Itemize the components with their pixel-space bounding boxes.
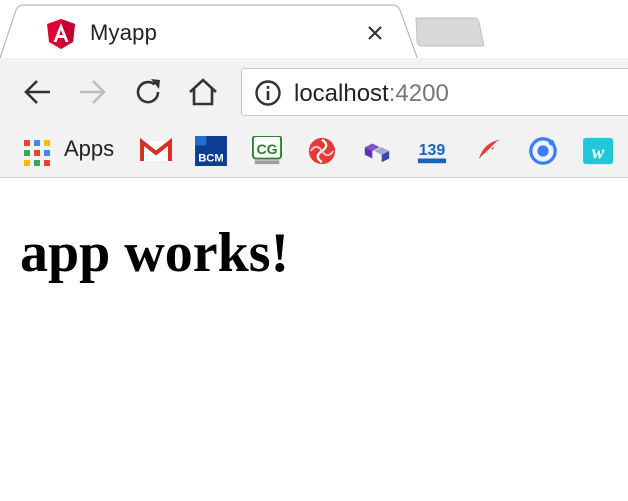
- apps-grid-icon[interactable]: [24, 138, 50, 168]
- svg-text:139: 139: [419, 142, 446, 159]
- angular-icon: [47, 19, 75, 49]
- 139-mail-icon[interactable]: 139: [414, 136, 450, 166]
- new-tab-button[interactable]: [412, 14, 486, 50]
- svg-text:BCM: BCM: [198, 152, 224, 164]
- w-icon[interactable]: w: [582, 136, 616, 166]
- bcm-icon[interactable]: BCM: [194, 136, 228, 166]
- feather-icon[interactable]: [472, 136, 506, 166]
- swirl-icon[interactable]: [305, 136, 339, 166]
- cg-icon[interactable]: CG: [250, 136, 284, 166]
- back-button[interactable]: [22, 76, 54, 108]
- cubes-icon[interactable]: [360, 136, 394, 166]
- browser-toolbar: localhost:4200: [0, 58, 628, 122]
- tab-title: Myapp: [90, 20, 158, 45]
- close-icon[interactable]: [364, 22, 386, 44]
- page-content: app works!: [0, 179, 628, 501]
- tab-strip: Myapp: [0, 0, 628, 60]
- reload-button[interactable]: [132, 76, 164, 108]
- ionic-icon[interactable]: [526, 136, 560, 166]
- address-bar[interactable]: localhost:4200: [241, 68, 628, 116]
- gmail-icon[interactable]: [140, 136, 172, 166]
- page-heading: app works!: [20, 222, 290, 284]
- svg-text:w: w: [592, 143, 605, 164]
- forward-button[interactable]: [76, 76, 108, 108]
- url-text[interactable]: localhost:4200: [294, 80, 449, 108]
- info-icon[interactable]: [254, 79, 282, 107]
- svg-text:CG: CG: [256, 141, 277, 157]
- home-button[interactable]: [187, 76, 219, 108]
- bookmarks-bar: Apps BCM CG 139 w: [0, 122, 628, 178]
- url-port: :4200: [388, 80, 449, 107]
- active-tab[interactable]: Myapp: [0, 4, 420, 60]
- apps-bookmark-label[interactable]: Apps: [64, 136, 114, 162]
- url-host: localhost: [294, 80, 389, 107]
